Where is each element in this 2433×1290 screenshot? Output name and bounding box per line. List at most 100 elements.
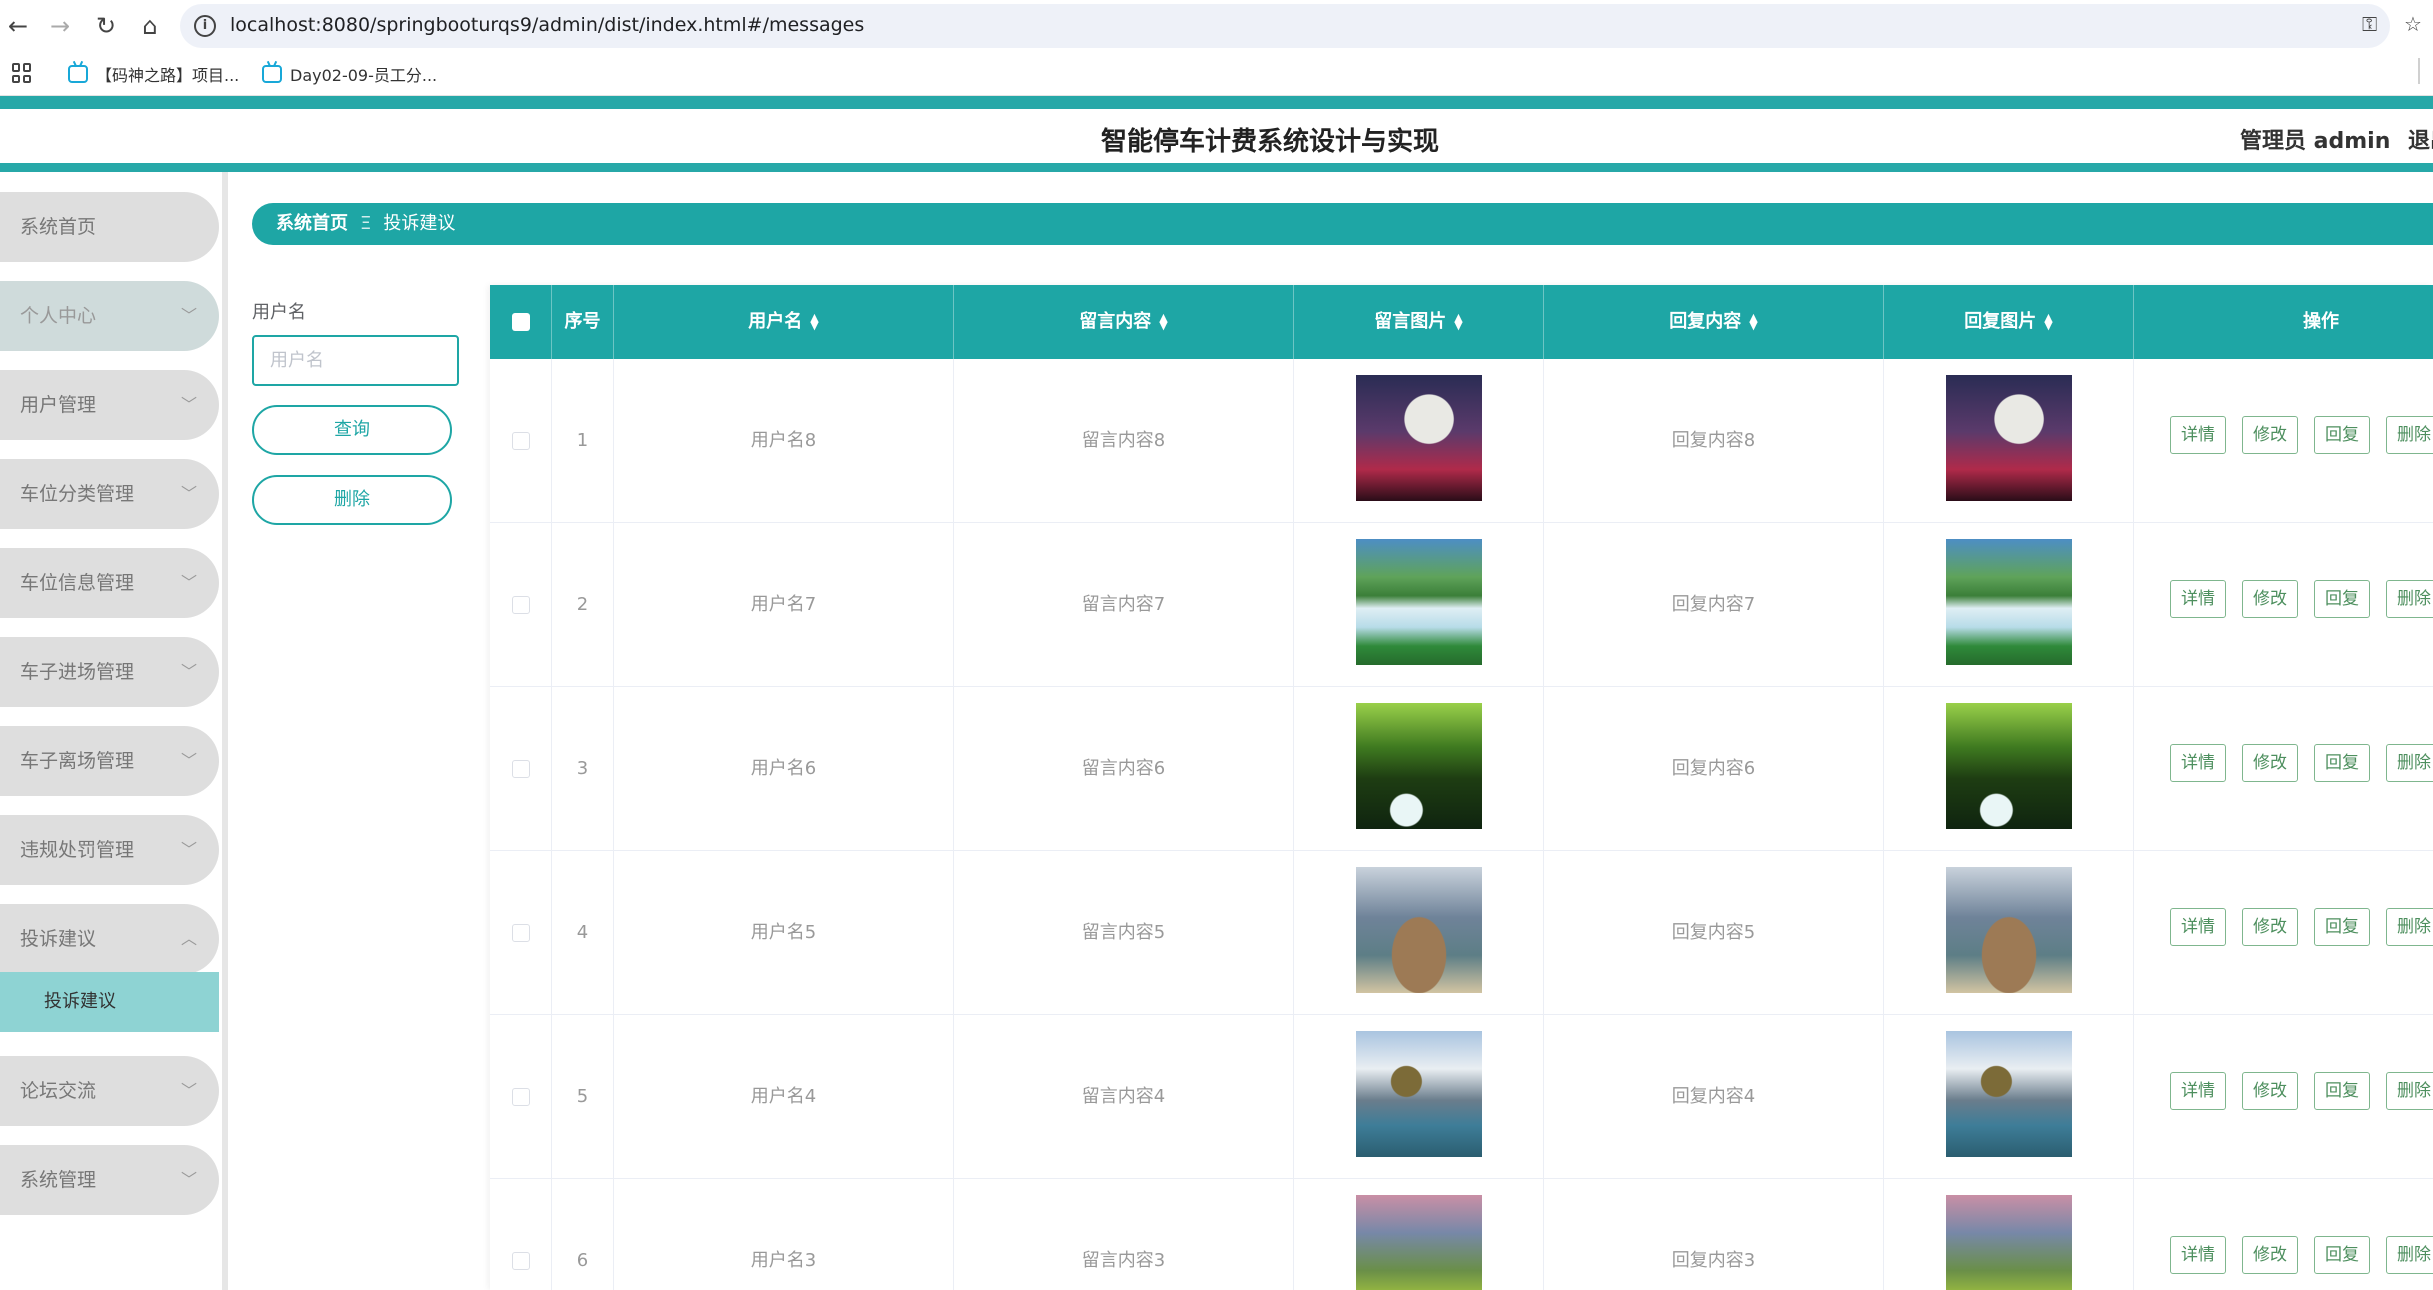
username-cell: 用户名5 (614, 851, 954, 1015)
forward-icon[interactable]: → (46, 12, 74, 40)
table-row: 5 用户名4 留言内容4 回复内容4 详情 修改 回复 删除 (490, 1015, 2433, 1179)
sort-icon[interactable]: ▲ ▼ (810, 312, 818, 331)
logout-link[interactable]: 退出 (2408, 123, 2433, 155)
edit-button[interactable]: 修改 (2242, 1236, 2298, 1274)
table-row: 3 用户名6 留言内容6 回复内容6 详情 修改 回复 删除 (490, 687, 2433, 851)
delete-button[interactable]: 删除 (2386, 908, 2433, 946)
bookmark-star-icon[interactable]: ☆ (2404, 12, 2422, 36)
chevron-down-icon: ﹀ (180, 751, 197, 770)
col-reply[interactable]: 回复内容 ▲ ▼ (1544, 285, 1884, 359)
col-actions: 操作 (2134, 285, 2433, 359)
bookmark-item[interactable]: Day02-09-员工分... (262, 62, 437, 86)
url-text[interactable]: localhost:8080/springbooturqs9/admin/dis… (230, 14, 864, 36)
delete-button[interactable]: 删除 (2386, 580, 2433, 618)
reply-cell: 回复内容5 (1544, 851, 1884, 1015)
col-username[interactable]: 用户名 ▲ ▼ (614, 285, 954, 359)
reply-image-thumbnail[interactable] (1946, 867, 2072, 993)
chevron-up-icon: ︿ (180, 929, 197, 948)
back-icon[interactable]: ← (4, 12, 32, 40)
chevron-down-icon: ﹀ (180, 662, 197, 681)
query-button[interactable]: 查询 (252, 405, 452, 455)
message-image-thumbnail[interactable] (1356, 1031, 1482, 1157)
col-message[interactable]: 留言内容 ▲ ▼ (954, 285, 1294, 359)
sidebar-item-violations[interactable]: 违规处罚管理 ﹀ (0, 815, 219, 885)
col-reply-image[interactable]: 回复图片 ▲ ▼ (1884, 285, 2134, 359)
sidebar-item-car-exit[interactable]: 车子离场管理 ﹀ (0, 726, 219, 796)
reply-image-thumbnail[interactable] (1946, 375, 2072, 501)
edit-button[interactable]: 修改 (2242, 908, 2298, 946)
username-search-input[interactable] (252, 335, 459, 386)
reply-button[interactable]: 回复 (2314, 744, 2370, 782)
reply-button[interactable]: 回复 (2314, 580, 2370, 618)
edit-button[interactable]: 修改 (2242, 416, 2298, 454)
sort-icon[interactable]: ▲ ▼ (2044, 312, 2052, 331)
select-all-checkbox[interactable] (511, 313, 530, 331)
bookmark-item[interactable]: 【码神之路】项目... (68, 62, 239, 86)
reply-image-thumbnail[interactable] (1946, 539, 2072, 665)
password-key-icon[interactable]: ⚿ (2362, 12, 2377, 36)
sidebar-item-system[interactable]: 系统管理 ﹀ (0, 1145, 219, 1215)
sidebar-item-space-category[interactable]: 车位分类管理 ﹀ (0, 459, 219, 529)
username-cell: 用户名4 (614, 1015, 954, 1179)
sort-icon[interactable]: ▲ ▼ (1159, 312, 1167, 331)
row-checkbox[interactable] (511, 596, 530, 614)
sidebar-item-space-info[interactable]: 车位信息管理 ﹀ (0, 548, 219, 618)
message-image-thumbnail[interactable] (1356, 375, 1482, 501)
message-image-thumbnail[interactable] (1356, 539, 1482, 665)
sort-icon[interactable]: ▲ ▼ (1749, 312, 1757, 331)
detail-button[interactable]: 详情 (2170, 1236, 2226, 1274)
sidebar-item-forum[interactable]: 论坛交流 ﹀ (0, 1056, 219, 1126)
address-bar[interactable]: i localhost:8080/springbooturqs9/admin/d… (180, 4, 2390, 48)
reply-button[interactable]: 回复 (2314, 416, 2370, 454)
row-actions: 详情 修改 回复 删除 (2170, 416, 2433, 454)
row-checkbox[interactable] (511, 760, 530, 778)
col-message-image[interactable]: 留言图片 ▲ ▼ (1294, 285, 1544, 359)
sidebar-subitem-complaints[interactable]: 投诉建议 (0, 972, 219, 1032)
sidebar-item-home[interactable]: 系统首页 (0, 192, 219, 262)
current-user: 管理员 admin (2240, 129, 2391, 154)
delete-button[interactable]: 删除 (2386, 744, 2433, 782)
message-image-thumbnail[interactable] (1356, 703, 1482, 829)
reply-image-thumbnail[interactable] (1946, 703, 2072, 829)
detail-button[interactable]: 详情 (2170, 416, 2226, 454)
row-actions: 详情 修改 回复 删除 (2170, 908, 2433, 946)
detail-button[interactable]: 详情 (2170, 580, 2226, 618)
detail-button[interactable]: 详情 (2170, 1072, 2226, 1110)
reply-button[interactable]: 回复 (2314, 1072, 2370, 1110)
reply-image-thumbnail[interactable] (1946, 1031, 2072, 1157)
reply-button[interactable]: 回复 (2314, 1236, 2370, 1274)
breadcrumb-home[interactable]: 系统首页 (276, 213, 348, 234)
sidebar-item-car-entry[interactable]: 车子进场管理 ﹀ (0, 637, 219, 707)
edit-button[interactable]: 修改 (2242, 580, 2298, 618)
sidebar-item-users[interactable]: 用户管理 ﹀ (0, 370, 219, 440)
message-image-thumbnail[interactable] (1356, 867, 1482, 993)
edit-button[interactable]: 修改 (2242, 1072, 2298, 1110)
chevron-down-icon: ﹀ (180, 840, 197, 859)
message-cell: 留言内容8 (954, 359, 1294, 523)
detail-button[interactable]: 详情 (2170, 908, 2226, 946)
sort-icon[interactable]: ▲ ▼ (1454, 312, 1462, 331)
row-checkbox[interactable] (511, 1252, 530, 1270)
site-info-icon[interactable]: i (194, 15, 216, 37)
delete-button[interactable]: 删除 (2386, 416, 2433, 454)
reply-button[interactable]: 回复 (2314, 908, 2370, 946)
home-icon[interactable]: ⌂ (136, 12, 164, 40)
reload-icon[interactable]: ↻ (92, 12, 120, 40)
row-actions: 详情 修改 回复 删除 (2170, 744, 2433, 782)
reply-image-thumbnail[interactable] (1946, 1195, 2072, 1290)
chevron-down-icon: ﹀ (180, 484, 197, 503)
edit-button[interactable]: 修改 (2242, 744, 2298, 782)
row-checkbox[interactable] (511, 432, 530, 450)
row-select-cell (490, 687, 552, 851)
delete-button[interactable]: 删除 (2386, 1072, 2433, 1110)
detail-button[interactable]: 详情 (2170, 744, 2226, 782)
sidebar-item-profile[interactable]: 个人中心 ﹀ (0, 281, 219, 351)
sidebar-item-complaints[interactable]: 投诉建议 ︿ (0, 904, 219, 974)
message-image-thumbnail[interactable] (1356, 1195, 1482, 1290)
apps-grid-icon[interactable] (12, 63, 32, 83)
row-checkbox[interactable] (511, 924, 530, 942)
browser-toolbar: ← → ↻ ⌂ i localhost:8080/springbooturqs9… (0, 0, 2433, 52)
delete-selected-button[interactable]: 删除 (252, 475, 452, 525)
row-checkbox[interactable] (511, 1088, 530, 1106)
delete-button[interactable]: 删除 (2386, 1236, 2433, 1274)
